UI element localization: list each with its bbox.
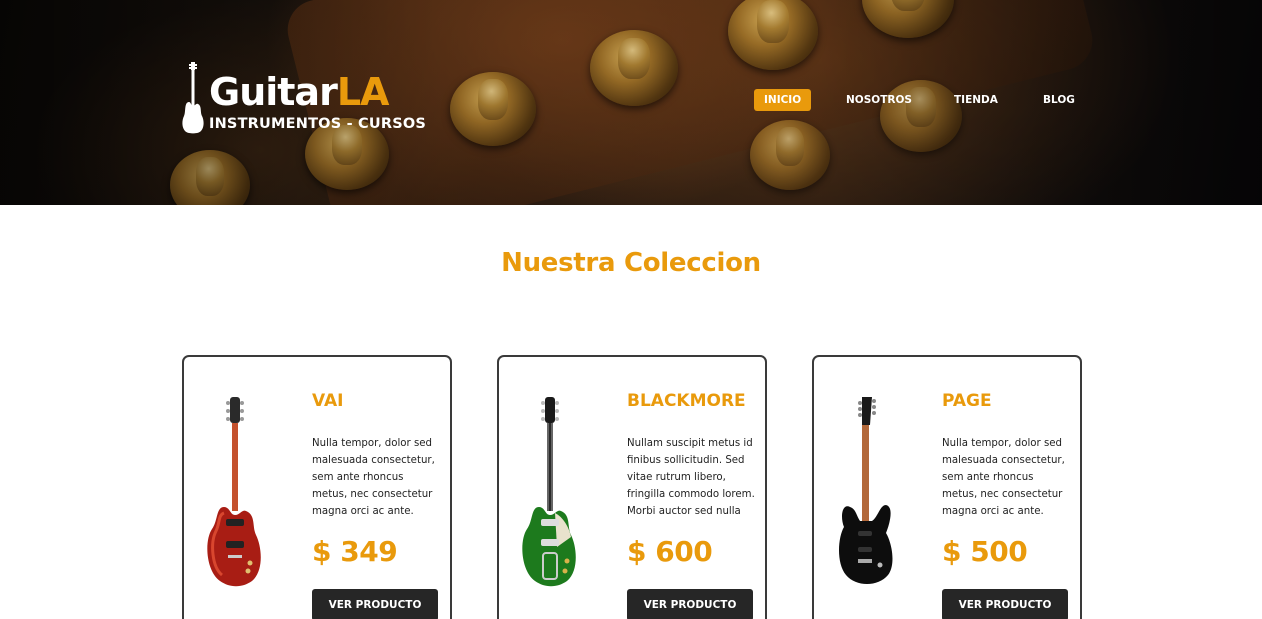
- product-price: $ 500: [942, 535, 1028, 568]
- product-name: PAGE: [942, 391, 992, 411]
- ver-producto-button[interactable]: VER PRODUCTO: [627, 589, 753, 619]
- nav-item-tienda[interactable]: TIENDA: [954, 89, 998, 111]
- nav-item-blog[interactable]: BLOG: [1043, 89, 1075, 111]
- product-name: BLACKMORE: [627, 391, 746, 411]
- ver-producto-button[interactable]: VER PRODUCTO: [312, 589, 438, 619]
- site-header: GuitarLA INSTRUMENTOS - CURSOS INICIO NO…: [0, 0, 1262, 205]
- logo-tagline: INSTRUMENTOS - CURSOS: [209, 116, 427, 132]
- red-les-paul-guitar-icon: [207, 397, 261, 587]
- collection-title: Nuestra Coleccion: [501, 248, 761, 278]
- product-price: $ 600: [627, 535, 713, 568]
- black-superstrat-guitar-icon: [839, 397, 893, 584]
- product-description: Nullam suscipit metus id finibus sollici…: [627, 438, 755, 517]
- product-price: $ 349: [312, 535, 398, 568]
- nav-item-nosotros[interactable]: NOSOTROS: [846, 89, 912, 111]
- product-name: VAI: [312, 391, 344, 411]
- product-card: BLACKMORE Nullam suscipit metus id finib…: [497, 355, 767, 619]
- logo-word-la: LA: [336, 70, 390, 114]
- product-card: VAI Nulla tempor, dolor sed malesuada co…: [182, 355, 452, 619]
- ver-producto-button[interactable]: VER PRODUCTO: [942, 589, 1068, 619]
- product-description: Nulla tempor, dolor sed malesuada consec…: [942, 438, 1065, 517]
- guitar-logo-icon: [182, 62, 204, 134]
- green-les-paul-guitar-icon: [522, 397, 576, 587]
- nav-item-inicio[interactable]: INICIO: [754, 89, 812, 111]
- product-description: Nulla tempor, dolor sed malesuada consec…: [312, 438, 435, 517]
- logo-wordmark: GuitarLA: [209, 70, 390, 114]
- site-logo[interactable]: GuitarLA INSTRUMENTOS - CURSOS: [181, 62, 426, 136]
- logo-word-guitar: Guitar: [209, 70, 338, 114]
- product-card: PAGE Nulla tempor, dolor sed malesuada c…: [812, 355, 1082, 619]
